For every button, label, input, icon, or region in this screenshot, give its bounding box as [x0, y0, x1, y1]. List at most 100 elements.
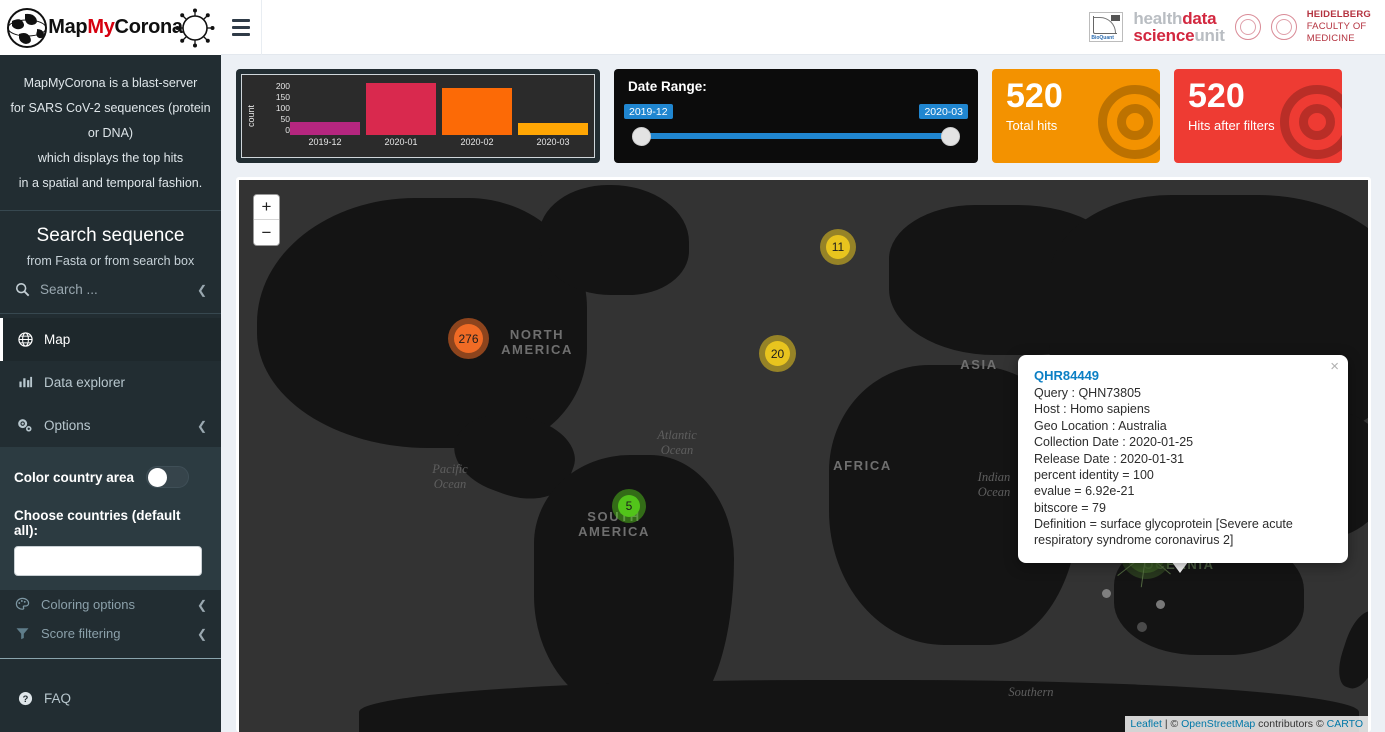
chevron-left-icon[interactable]: ❮ [197, 627, 207, 641]
ocean-label-pacific: Pacific Ocean [432, 462, 468, 491]
date-range-slider[interactable]: 2019-12 2020-03 [624, 104, 968, 155]
hamburger-icon-bar [232, 18, 250, 22]
color-country-area-toggle[interactable] [146, 466, 190, 488]
sequence-info-popup: × QHR84449 Query : QHN73805 Host : Homo … [1018, 355, 1348, 563]
description-line: which displays the top hits [37, 151, 184, 165]
sidebar-toggle-button[interactable] [221, 0, 262, 55]
chart-bar[interactable] [518, 122, 588, 135]
map-attribution: Leaflet | © OpenStreetMap contributors ©… [1125, 716, 1368, 732]
heidelberg-faculty-label: HEIDELBERG FACULTY OF MEDICINE [1307, 9, 1371, 45]
search-section: Search sequence from Fasta or from searc… [0, 211, 221, 314]
y-tick: 50 [280, 114, 290, 124]
bioquant-logo: BioQuant [1089, 12, 1124, 42]
map-point-marker[interactable] [1156, 600, 1165, 609]
slider-handle-min[interactable] [632, 127, 651, 146]
description-line: MapMyCorona is a blast-server [23, 76, 198, 90]
options-panel: Color country area Choose countries (def… [0, 447, 221, 590]
sidebar-item-score-filtering[interactable]: Score filtering ❮ [0, 619, 221, 648]
heidelberg-line-3: MEDICINE [1306, 32, 1355, 44]
chart-bar-col[interactable] [366, 81, 436, 135]
heidelberg-line-2: FACULTY OF [1306, 21, 1367, 33]
y-tick: 100 [275, 103, 290, 113]
color-country-area-row: Color country area [14, 457, 207, 492]
target-icon [1098, 85, 1160, 159]
sidebar-item-label: FAQ [44, 691, 72, 706]
map-cluster-marker[interactable]: 276 [448, 318, 489, 359]
widgets-row: count 200 150 100 50 0 2019-12 2020-01 2… [221, 55, 1385, 163]
medicine-seal-icon [1270, 14, 1297, 40]
sidebar-item-faq[interactable]: ? FAQ [0, 677, 221, 720]
hits-after-filters-card: 520 Hits after filters [1174, 69, 1342, 163]
chart-bar-col[interactable] [518, 81, 588, 135]
map-cluster-marker[interactable]: 5 [612, 489, 646, 523]
target-icon [1280, 85, 1342, 159]
popup-title[interactable]: QHR84449 [1034, 368, 1332, 383]
popup-line: Collection Date : 2020-01-25 [1034, 435, 1194, 450]
y-tick: 200 [275, 81, 290, 91]
chart-bar-col[interactable] [290, 81, 360, 135]
openstreetmap-link[interactable]: OpenStreetMap [1181, 718, 1255, 730]
search-input[interactable]: Search ... ❮ [0, 268, 221, 303]
gears-icon [17, 418, 33, 433]
hdsu-unit: unit [1194, 26, 1225, 45]
continent-label-asia: ASIA [960, 357, 998, 372]
coronavirus-icon [175, 8, 215, 47]
zoom-in-button[interactable]: + [254, 195, 279, 220]
x-tick: 2020-01 [384, 137, 418, 147]
slider-max-label: 2020-03 [919, 104, 968, 119]
choose-countries-input[interactable] [14, 546, 202, 576]
map-cluster-marker[interactable]: 20 [759, 335, 796, 372]
chart-y-axis-title: count [246, 104, 257, 128]
chevron-left-icon[interactable]: ❮ [197, 598, 207, 612]
chart-bar[interactable] [290, 122, 360, 135]
chart-bar[interactable] [442, 87, 512, 135]
popup-line: Host : Homo sapiens [1034, 402, 1151, 417]
landmass-north-america [257, 198, 587, 448]
map-point-marker[interactable] [1102, 589, 1111, 598]
hamburger-icon-bar [232, 32, 250, 36]
hdsu-health: health [1133, 8, 1183, 28]
carto-link[interactable]: CARTO [1327, 718, 1363, 730]
popup-line: Release Date : 2020-01-31 [1034, 451, 1185, 466]
filter-icon [14, 626, 30, 641]
slider-handle-max[interactable] [941, 127, 960, 146]
close-icon[interactable]: × [1330, 359, 1339, 374]
hdsu-logo: healthdata scienceunit [1133, 8, 1225, 45]
cluster-count: 11 [826, 235, 850, 259]
chart-x-axis: 2019-12 2020-01 2020-02 2020-03 [290, 137, 588, 153]
sidebar-item-options[interactable]: Options ❮ [0, 404, 221, 447]
cluster-count: 5 [618, 495, 640, 517]
svg-text:?: ? [22, 694, 28, 704]
continent-label-africa: AFRICA [833, 458, 892, 473]
zoom-out-button[interactable]: − [254, 220, 279, 245]
search-icon [14, 282, 30, 297]
chart-bar-col[interactable] [442, 81, 512, 135]
x-tick: 2020-03 [536, 137, 570, 147]
ocean-label-atlantic: Atlantic Ocean [657, 428, 697, 457]
color-country-area-label: Color country area [14, 469, 135, 485]
sidebar-item-map[interactable]: Map [0, 318, 221, 361]
header-logos: BioQuant healthdata scienceunit HEIDELBE… [1089, 0, 1385, 55]
landmass-greenland [539, 185, 689, 295]
hamburger-icon-bar [232, 25, 250, 29]
app-logo[interactable]: MapMyCorona [0, 0, 221, 55]
chart-bar[interactable] [366, 82, 436, 135]
logo-text-corona: Corona [114, 16, 184, 38]
map-zoom-controls[interactable]: + − [253, 194, 280, 246]
slider-track[interactable] [640, 133, 952, 139]
description-line: in a spatial and temporal fashion. [18, 176, 203, 190]
map-point-marker[interactable] [1137, 622, 1147, 632]
sidebar-description: MapMyCorona is a blast-server for SARS C… [0, 55, 221, 211]
continent-label-north-america: NORTH AMERICA [501, 327, 573, 357]
map-cluster-marker[interactable]: 11 [820, 229, 856, 265]
popup-line: Definition = surface glycoprotein [Sever… [1034, 517, 1293, 531]
leaflet-link[interactable]: Leaflet [1130, 718, 1162, 730]
sidebar-item-coloring-options[interactable]: Coloring options ❮ [0, 590, 221, 619]
question-circle-icon: ? [17, 691, 33, 706]
sidebar-item-data-explorer[interactable]: Data explorer [0, 361, 221, 404]
chevron-left-icon[interactable]: ❮ [197, 283, 207, 297]
heidelberg-seal-icon [1234, 14, 1261, 40]
chevron-left-icon[interactable]: ❮ [197, 419, 207, 433]
landmass-new-zealand [1332, 606, 1368, 694]
popup-line: Geo Location : Australia [1034, 418, 1167, 433]
